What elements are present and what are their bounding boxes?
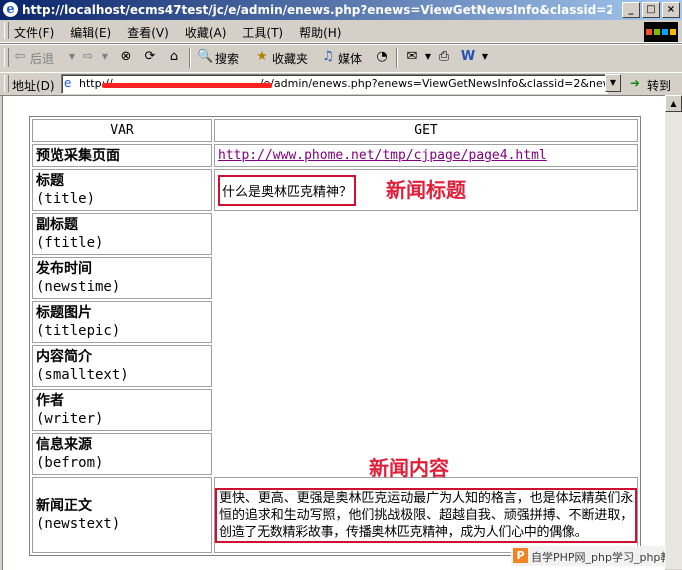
row-label: 副标题 (ftitle)	[32, 213, 212, 255]
forward-dropdown-icon[interactable]: ▼	[97, 49, 113, 65]
mail-dropdown-icon[interactable]: ▼	[420, 49, 436, 65]
vertical-scrollbar[interactable]: ▲	[665, 95, 682, 569]
media-button[interactable]: 媒体	[338, 50, 362, 67]
history-icon[interactable]: ◔	[374, 49, 390, 65]
menu-tools[interactable]: 工具(T)	[242, 24, 283, 41]
table-header-row: VAR GET	[32, 119, 638, 142]
menu-bar: 文件(F) 编辑(E) 查看(V) 收藏(A) 工具(T) 帮助(H)	[0, 20, 682, 43]
annotation-news-content: 新闻内容	[369, 456, 449, 480]
minimize-button[interactable]: _	[622, 2, 640, 18]
menu-file[interactable]: 文件(F)	[14, 24, 54, 41]
edit-word-icon[interactable]: W	[460, 49, 476, 65]
header-get: GET	[214, 119, 638, 142]
menu-edit[interactable]: 编辑(E)	[70, 24, 111, 41]
preview-link[interactable]: http://www.phome.net/tmp/cjpage/page4.ht…	[218, 148, 547, 163]
title-bar: e http://localhost/ecms47test/jc/e/admin…	[0, 0, 682, 20]
toolbar-grip	[4, 48, 9, 67]
edit-dropdown-icon[interactable]: ▼	[477, 49, 493, 65]
row-label: 标题图片 (titlepic)	[32, 301, 212, 343]
favorites-icon[interactable]: ★	[254, 49, 270, 65]
table-row: 副标题 (ftitle)	[32, 213, 638, 475]
go-button[interactable]: 转到	[647, 77, 671, 94]
address-input[interactable]: e http:///e/admin/enews.php?enews=ViewGe…	[61, 74, 608, 94]
row-label: 信息来源 (befrom)	[32, 433, 212, 475]
media-icon[interactable]: ♫	[320, 49, 336, 65]
close-button[interactable]: ×	[662, 2, 680, 18]
page-icon: e	[64, 76, 72, 90]
address-dropdown-icon[interactable]: ▼	[605, 74, 621, 92]
back-arrow-icon[interactable]: ⇦	[12, 49, 28, 65]
toolbar-separator	[396, 48, 398, 68]
toolbar-separator	[189, 48, 191, 68]
menu-grip	[4, 22, 9, 39]
menu-view[interactable]: 查看(V)	[127, 24, 169, 41]
search-button[interactable]: 搜索	[215, 50, 239, 67]
header-var: VAR	[32, 119, 212, 142]
table-row: 标题 (title) 什么是奥林匹克精神？	[32, 169, 638, 211]
row-label: 作者 (writer)	[32, 389, 212, 431]
row-value: http://www.phome.net/tmp/cjpage/page4.ht…	[214, 144, 638, 167]
back-button[interactable]: 后退	[30, 50, 54, 67]
forward-arrow-icon[interactable]: ⇨	[80, 49, 96, 65]
watermark-text: 自学PHP网_php学习_php教程	[531, 551, 665, 564]
standard-toolbar: ⇦ 后退 ▼ ⇨ ▼ ⊗ ⟳ ⌂ 🔍 搜索 ★ 收藏夹 ♫ 媒体 ◔ ✉ ▼ ⎙…	[0, 43, 682, 73]
page-viewport: VAR GET 预览采集页面 http://www.phome.net/tmp/…	[2, 95, 665, 570]
watermark-banner: P 自学PHP网_php学习_php教程	[511, 546, 666, 566]
go-arrow-icon[interactable]: ➜	[630, 76, 640, 90]
address-grip	[4, 75, 9, 92]
content-highlight-box: 更快、更高、更强是奥林匹克运动最广为人知的格言，也是体坛精英们永恒的追求和生动写…	[215, 487, 637, 543]
row-label: 发布时间 (newstime)	[32, 257, 212, 299]
back-dropdown-icon[interactable]: ▼	[64, 49, 80, 65]
favorites-button[interactable]: 收藏夹	[272, 50, 308, 67]
row-value: 更快、更高、更强是奥林匹克运动最广为人知的格言，也是体坛精英们永恒的追求和生动写…	[214, 477, 638, 553]
redacted-host	[102, 83, 272, 88]
home-icon[interactable]: ⌂	[166, 49, 182, 65]
table-row: 新闻正文 (newstext) 更快、更高、更强是奥林匹克运动最广为人知的格言，也…	[32, 477, 638, 553]
annotation-news-title: 新闻标题	[386, 178, 466, 202]
row-label: 标题 (title)	[32, 169, 212, 211]
print-icon[interactable]: ⎙	[436, 49, 452, 65]
row-label: 内容简介 (smalltext)	[32, 345, 212, 387]
row-label: 预览采集页面	[32, 144, 212, 167]
stop-icon[interactable]: ⊗	[118, 49, 134, 65]
refresh-icon[interactable]: ⟳	[142, 49, 158, 65]
row-label: 新闻正文 (newstext)	[32, 477, 212, 553]
maximize-button[interactable]: □	[642, 2, 660, 18]
menu-favorites[interactable]: 收藏(A)	[185, 24, 227, 41]
mail-icon[interactable]: ✉	[404, 49, 420, 65]
search-icon[interactable]: 🔍	[197, 49, 213, 65]
window-title: http://localhost/ecms47test/jc/e/admin/e…	[22, 3, 612, 17]
title-highlight-box: 什么是奥林匹克精神？	[218, 174, 357, 206]
menu-help[interactable]: 帮助(H)	[299, 24, 341, 41]
address-label: 地址(D)	[12, 79, 55, 93]
php-logo-icon: P	[513, 548, 528, 563]
scroll-up-icon[interactable]: ▲	[665, 95, 682, 112]
table-row: 预览采集页面 http://www.phome.net/tmp/cjpage/p…	[32, 144, 638, 167]
windows-logo-icon	[644, 22, 678, 42]
data-table: VAR GET 预览采集页面 http://www.phome.net/tmp/…	[29, 116, 641, 556]
ie-icon: e	[3, 2, 18, 17]
address-bar: 地址(D) e http:///e/admin/enews.php?enews=…	[0, 72, 682, 96]
row-value	[214, 213, 638, 475]
